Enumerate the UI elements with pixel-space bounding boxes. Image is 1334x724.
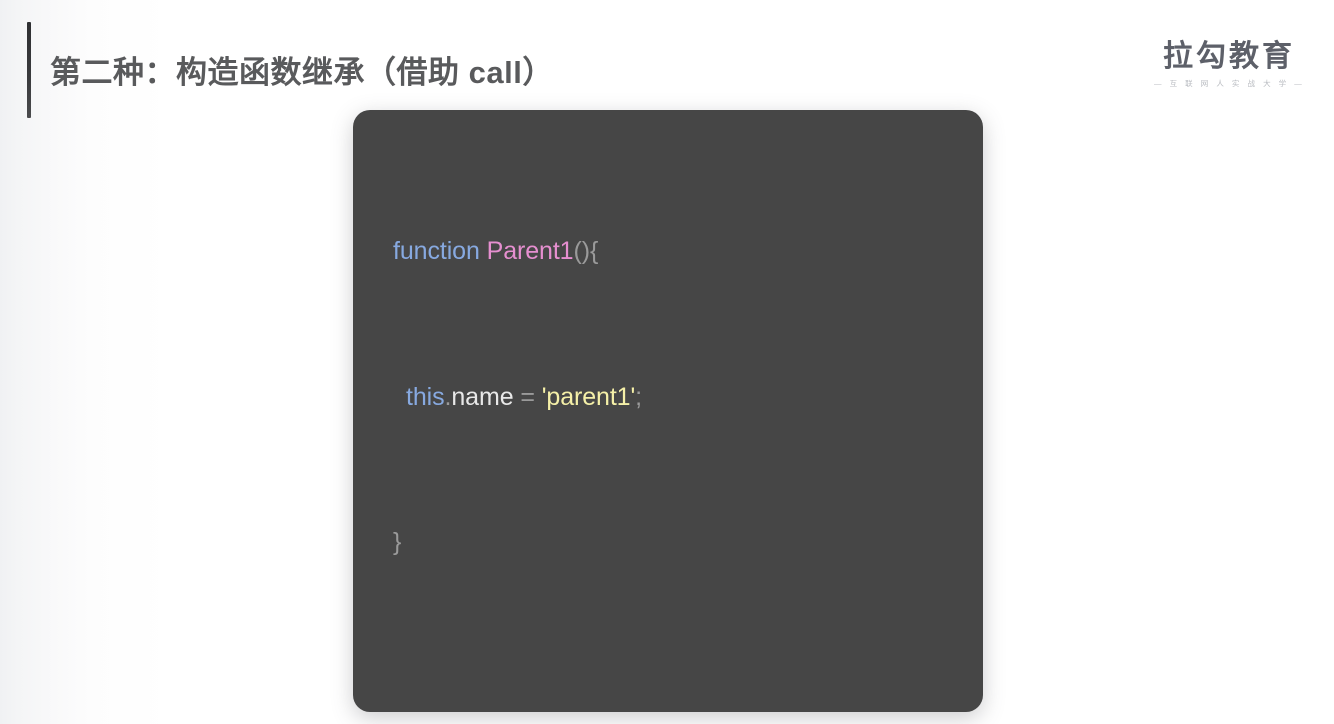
page-title: 第二种：构造函数继承（借助 call）: [50, 55, 554, 90]
token-keyword-function: function: [393, 237, 480, 266]
token-prop-name: name: [451, 382, 514, 411]
brand-tagline: — 互 联 网 人 实 战 大 学 —: [1154, 79, 1305, 88]
token-function-parent1: Parent1: [486, 237, 574, 266]
code-block-card: function Parent1(){ this.name = 'parent1…: [353, 110, 983, 712]
brand-name: 拉勾教育: [1163, 40, 1295, 73]
code-line: }: [393, 524, 983, 560]
title-accent-bar: [27, 22, 31, 118]
token-punc: }: [393, 528, 402, 557]
brand-logo: 拉勾教育 — 互 联 网 人 实 战 大 学 —: [1154, 40, 1304, 89]
token-punc: ;: [635, 382, 643, 411]
token-punc: (){: [573, 237, 599, 266]
code-line: function Parent1(){: [393, 233, 983, 269]
token-punc: =: [513, 382, 542, 411]
token-string-parent1: 'parent1': [541, 382, 636, 411]
token-keyword-this: this: [406, 382, 445, 411]
code-listing: function Parent1(){ this.name = 'parent1…: [393, 124, 983, 712]
code-line: this.name = 'parent1';: [393, 379, 983, 415]
